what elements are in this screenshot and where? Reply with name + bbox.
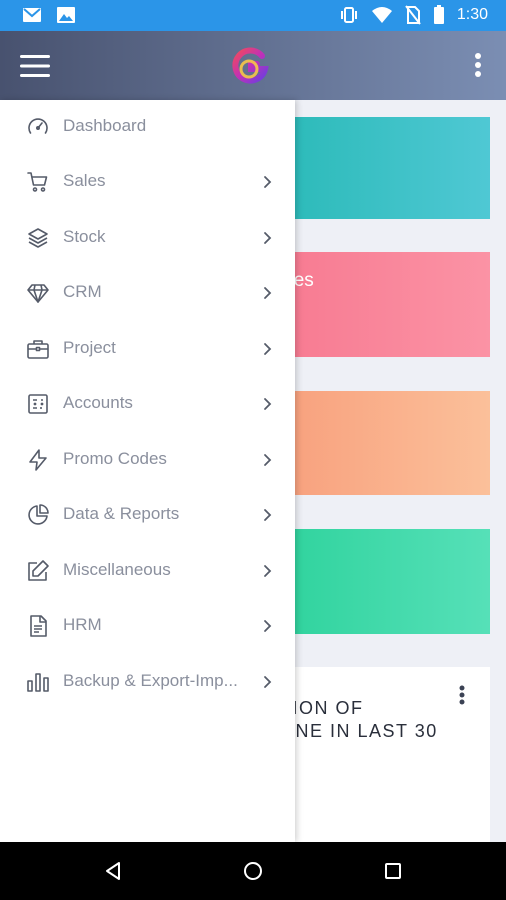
menu-item-label: Stock [63, 227, 106, 246]
bar-chart-icon [27, 673, 49, 692]
chevron-right-icon [264, 509, 272, 521]
stat-card-3[interactable] [280, 391, 490, 495]
system-navigation-bar [0, 842, 506, 900]
calculator-icon [28, 394, 48, 414]
chevron-right-icon [264, 287, 272, 299]
chevron-right-icon [264, 676, 272, 688]
menu-item-promo-codes[interactable]: Promo Codes [0, 433, 295, 488]
chart-card-title-line2: ONE IN LAST 30 [280, 721, 438, 741]
stat-card-1[interactable] [280, 117, 490, 219]
chevron-right-icon [264, 454, 272, 466]
app-bar [0, 31, 506, 100]
menu-item-label: Data & Reports [63, 504, 180, 523]
pie-chart-icon [28, 504, 49, 525]
briefcase-icon [27, 340, 49, 359]
wifi-icon [371, 7, 392, 23]
stat-card-2[interactable]: ices [280, 252, 490, 357]
status-bar: 1:30 [0, 0, 506, 31]
chart-card-title: TION OF ONE IN LAST 30 [280, 697, 438, 743]
recents-icon[interactable] [384, 862, 402, 880]
menu-item-label: Miscellaneous [63, 560, 171, 579]
chart-card: TION OF ONE IN LAST 30 [280, 667, 490, 842]
chevron-right-icon [264, 343, 272, 355]
menu-item-label: Backup & Export-Imp... [63, 671, 238, 690]
layers-icon [28, 228, 48, 248]
chevron-right-icon [264, 176, 272, 188]
menu-item-label: Promo Codes [63, 449, 167, 468]
card-more-icon[interactable] [458, 685, 466, 705]
menu-item-sales[interactable]: Sales [0, 155, 295, 210]
chevron-right-icon [264, 232, 272, 244]
menu-item-label: Project [63, 338, 116, 357]
menu-item-label: Sales [63, 171, 106, 190]
menu-item-crm[interactable]: CRM [0, 266, 295, 321]
navigation-drawer: Dashboard Sales Stock CRM Project Accoun [0, 100, 295, 842]
menu-item-stock[interactable]: Stock [0, 211, 295, 266]
menu-item-dashboard[interactable]: Dashboard [0, 100, 295, 155]
document-icon [30, 615, 47, 637]
cart-icon [27, 172, 48, 192]
chevron-right-icon [264, 620, 272, 632]
image-icon [57, 7, 75, 23]
vibrate-icon [340, 7, 357, 23]
battery-icon [433, 5, 444, 24]
chevron-right-icon [264, 398, 272, 410]
edit-icon [28, 560, 49, 581]
menu-item-label: HRM [63, 615, 102, 634]
more-vertical-icon[interactable] [473, 51, 483, 81]
menu-item-label: Accounts [63, 393, 133, 412]
no-sim-icon [405, 5, 421, 25]
menu-item-label: CRM [63, 282, 102, 301]
chevron-right-icon [264, 565, 272, 577]
menu-item-backup-export-import[interactable]: Backup & Export-Imp... [0, 655, 295, 710]
menu-item-project[interactable]: Project [0, 322, 295, 377]
menu-item-miscellaneous[interactable]: Miscellaneous [0, 544, 295, 599]
menu-item-accounts[interactable]: Accounts [0, 377, 295, 432]
menu-item-hrm[interactable]: HRM [0, 599, 295, 654]
diamond-icon [27, 284, 49, 303]
back-icon[interactable] [103, 861, 123, 881]
chart-card-title-line1: TION OF [280, 698, 364, 718]
home-icon[interactable] [242, 860, 264, 882]
hamburger-icon[interactable] [20, 55, 50, 77]
status-time: 1:30 [456, 6, 488, 23]
speedometer-icon [28, 118, 48, 134]
app-logo-g-icon [232, 47, 269, 84]
lightning-icon [29, 449, 47, 471]
gmail-icon [23, 8, 41, 22]
menu-item-data-reports[interactable]: Data & Reports [0, 488, 295, 543]
menu-item-label: Dashboard [63, 116, 147, 135]
stat-card-4[interactable]: s [280, 529, 490, 634]
